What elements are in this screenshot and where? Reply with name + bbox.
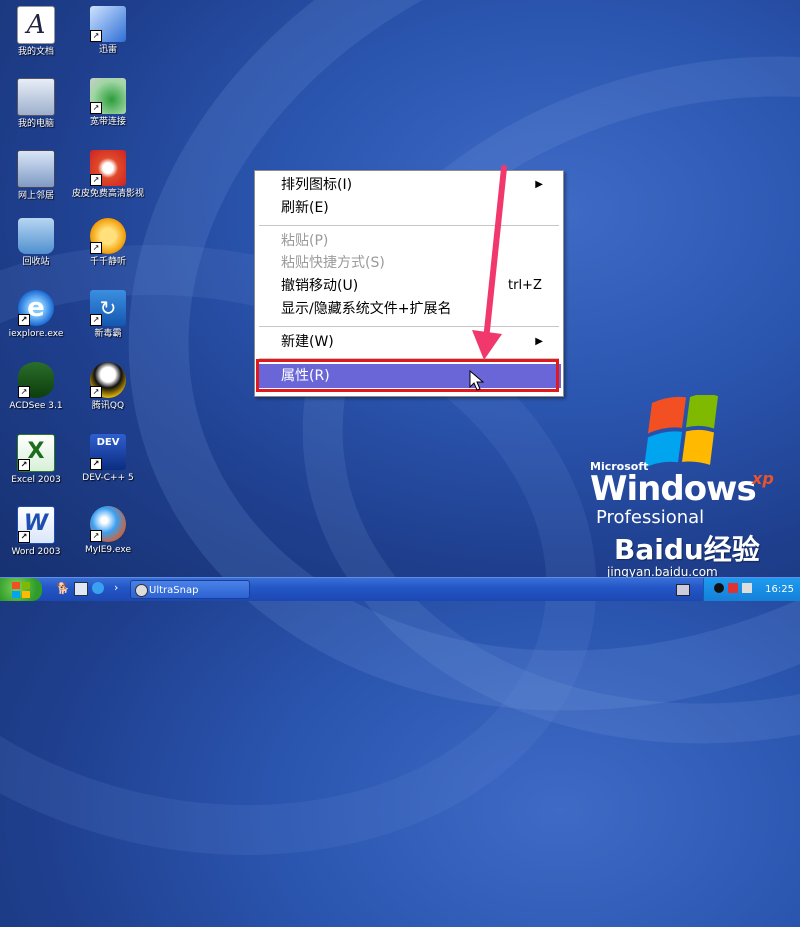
annotation-arrow-icon bbox=[472, 165, 507, 360]
quicklaunch-desktop-icon[interactable] bbox=[74, 582, 88, 596]
icon-label: 千千静听 bbox=[89, 257, 126, 267]
icon-label: 回收站 bbox=[22, 257, 50, 267]
network-places-icon bbox=[17, 150, 55, 188]
headphone-icon: ↗ bbox=[90, 218, 126, 254]
icon-label: 迅雷 bbox=[98, 45, 117, 55]
submenu-arrow-icon: ▶ bbox=[535, 179, 543, 190]
quicklaunch-chevron-icon[interactable]: › bbox=[114, 581, 118, 594]
trash-icon bbox=[18, 218, 54, 254]
quicklaunch-ie-icon[interactable] bbox=[92, 582, 104, 594]
menu-item-label: 粘贴(P) bbox=[281, 233, 329, 249]
desktop-icon-my-computer[interactable]: 我的电脑 bbox=[0, 78, 72, 130]
mouse-cursor-icon bbox=[469, 370, 485, 391]
desktop-icon-duba[interactable]: ↻ ↗ 新毒霸 bbox=[72, 290, 144, 340]
desktop-icon-my-documents[interactable]: A 我的文档 bbox=[0, 6, 72, 58]
menu-item-label: 粘贴快捷方式(S) bbox=[281, 255, 385, 271]
menu-item-label: 显示/隐藏系统文件+扩展名 bbox=[281, 301, 452, 317]
desktop-icon-network[interactable]: 网上邻居 bbox=[0, 150, 72, 202]
icon-label: 我的文档 bbox=[17, 47, 54, 57]
desktop-icon-devcpp[interactable]: DEV ↗ DEV-C++ 5 bbox=[72, 434, 144, 484]
quicklaunch-dog-icon[interactable]: 🐕 bbox=[56, 582, 70, 595]
antivirus-icon: ↻ ↗ bbox=[90, 290, 126, 326]
computer-icon bbox=[17, 78, 55, 116]
menu-item-label: 新建(W) bbox=[281, 334, 334, 350]
eye-icon: ↗ bbox=[18, 362, 54, 398]
tray-volume-icon[interactable] bbox=[742, 583, 752, 593]
start-button[interactable] bbox=[0, 578, 42, 601]
submenu-arrow-icon: ▶ bbox=[535, 336, 543, 347]
icon-label: iexplore.exe bbox=[8, 329, 64, 339]
icon-label: MyIE9.exe bbox=[85, 545, 131, 555]
tray-qq-icon[interactable] bbox=[714, 583, 724, 593]
taskbar-button-ultrasnap[interactable]: UltraSnap bbox=[130, 580, 250, 599]
baidu-watermark: Baidu经验 bbox=[614, 533, 760, 566]
excel-icon: X ↗ bbox=[17, 434, 55, 472]
professional-label: Professional bbox=[596, 507, 705, 528]
desktop-icon-qq[interactable]: ↗ 腾讯QQ bbox=[72, 362, 144, 412]
browser-globe-icon: ↗ bbox=[90, 506, 126, 542]
windows-label: Windows bbox=[590, 469, 757, 509]
desktop-icon-broadband[interactable]: ↗ 宽带连接 bbox=[72, 78, 144, 128]
word-icon: W ↗ bbox=[17, 506, 55, 544]
taskbar-button-label: UltraSnap bbox=[149, 585, 199, 596]
icon-label: 腾讯QQ bbox=[91, 401, 125, 411]
icon-label: Excel 2003 bbox=[11, 475, 61, 485]
menu-item-label: 撤销移动(U) bbox=[281, 278, 359, 294]
thunder-bird-icon: ↗ bbox=[90, 6, 126, 42]
video-player-icon: ↗ bbox=[90, 150, 126, 186]
penguin-icon: ↗ bbox=[90, 362, 126, 398]
document-icon: A bbox=[17, 6, 55, 44]
tray-shield-icon[interactable] bbox=[728, 583, 738, 593]
icon-label: 宽带连接 bbox=[89, 117, 126, 127]
desktop-icon-word[interactable]: W ↗ Word 2003 bbox=[0, 506, 72, 558]
internet-explorer-icon: e ↗ bbox=[18, 290, 54, 326]
menu-item-label: 排列图标(I) bbox=[281, 177, 353, 193]
desktop-icon-recycle-bin[interactable]: 回收站 bbox=[0, 218, 72, 268]
desktop-icon-myie9[interactable]: ↗ MyIE9.exe bbox=[72, 506, 144, 556]
dev-cpp-icon: DEV ↗ bbox=[90, 434, 126, 470]
icon-label: 皮皮免费高清影视 bbox=[72, 189, 145, 199]
desktop-icon-ttplayer[interactable]: ↗ 千千静听 bbox=[72, 218, 144, 268]
ultrasnap-icon bbox=[135, 584, 148, 597]
icon-label: 新毒霸 bbox=[94, 329, 122, 339]
desktop-icon-excel[interactable]: X ↗ Excel 2003 bbox=[0, 434, 72, 486]
desktop-icon-iexplore[interactable]: e ↗ iexplore.exe bbox=[0, 290, 72, 340]
system-tray: 16:25 bbox=[703, 578, 800, 601]
windows-xp-logo: Microsoft Windows xp Professional bbox=[590, 394, 790, 539]
desktop-icon-thunder[interactable]: ↗ 迅雷 bbox=[72, 6, 144, 56]
desktop-icon-pipi[interactable]: ↗ 皮皮免费高清影视 bbox=[72, 150, 144, 200]
network-globe-icon: ↗ bbox=[90, 78, 126, 114]
icon-label: DEV-C++ 5 bbox=[82, 473, 134, 483]
desktop-icon-acdsee[interactable]: ↗ ACDSee 3.1 bbox=[0, 362, 72, 412]
icon-label: Word 2003 bbox=[11, 547, 61, 557]
icon-label: ACDSee 3.1 bbox=[9, 401, 63, 411]
tray-keyboard-icon[interactable] bbox=[676, 584, 690, 596]
clock[interactable]: 16:25 bbox=[765, 578, 794, 601]
xp-label: xp bbox=[752, 469, 774, 488]
taskbar: 🐕 › UltraSnap 16:25 bbox=[0, 577, 800, 601]
menu-item-label: 刷新(E) bbox=[281, 200, 329, 216]
icon-label: 网上邻居 bbox=[17, 191, 54, 201]
icon-label: 我的电脑 bbox=[17, 119, 54, 129]
windows-start-icon bbox=[12, 582, 30, 598]
